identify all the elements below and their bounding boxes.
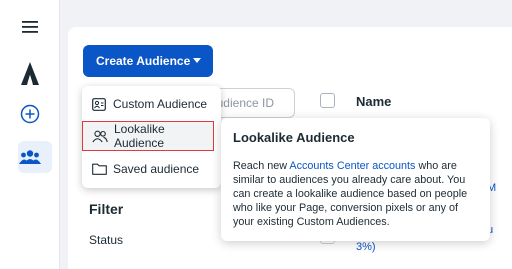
create-audience-button[interactable]: Create Audience [83,45,213,77]
accounts-center-link[interactable]: Accounts Center accounts [289,160,415,172]
menu-item-label: Custom Audience [113,97,208,111]
menu-item-lookalike-audience[interactable]: Lookalike Audience [82,121,214,151]
tooltip-title: Lookalike Audience [233,130,355,145]
custom-audience-icon [91,96,107,112]
lookalike-people-icon [92,128,108,144]
row-value-fragment: 3%) [356,241,376,253]
menu-item-saved-audience[interactable]: Saved audience [82,154,221,184]
search-placeholder: udience ID [216,96,274,110]
menu-item-label: Lookalike Audience [114,122,165,150]
tooltip-body-prefix: Reach new [233,160,290,172]
lookalike-audience-tooltip: Lookalike Audience Reach new Accounts Ce… [221,118,490,241]
tooltip-body: Reach new Accounts Center accounts who a… [233,159,478,229]
menu-item-custom-audience[interactable]: Custom Audience [82,89,221,119]
audiences-people-icon[interactable] [0,145,60,169]
hamburger-menu-icon[interactable] [0,14,60,40]
folder-icon [91,161,107,177]
create-audience-menu: Custom Audience Lookalike Audience Saved… [82,86,221,188]
create-plus-icon[interactable] [0,102,60,126]
name-column-header[interactable]: Name [356,94,391,109]
left-nav-rail [0,0,60,269]
create-audience-label: Create Audience [96,54,191,68]
status-filter-label[interactable]: Status [89,233,123,247]
filter-heading: Filter [89,201,124,217]
dropdown-caret-icon [193,58,201,63]
menu-item-label: Saved audience [113,162,200,176]
select-all-checkbox[interactable] [320,93,335,108]
meta-logo-icon[interactable] [0,60,60,88]
